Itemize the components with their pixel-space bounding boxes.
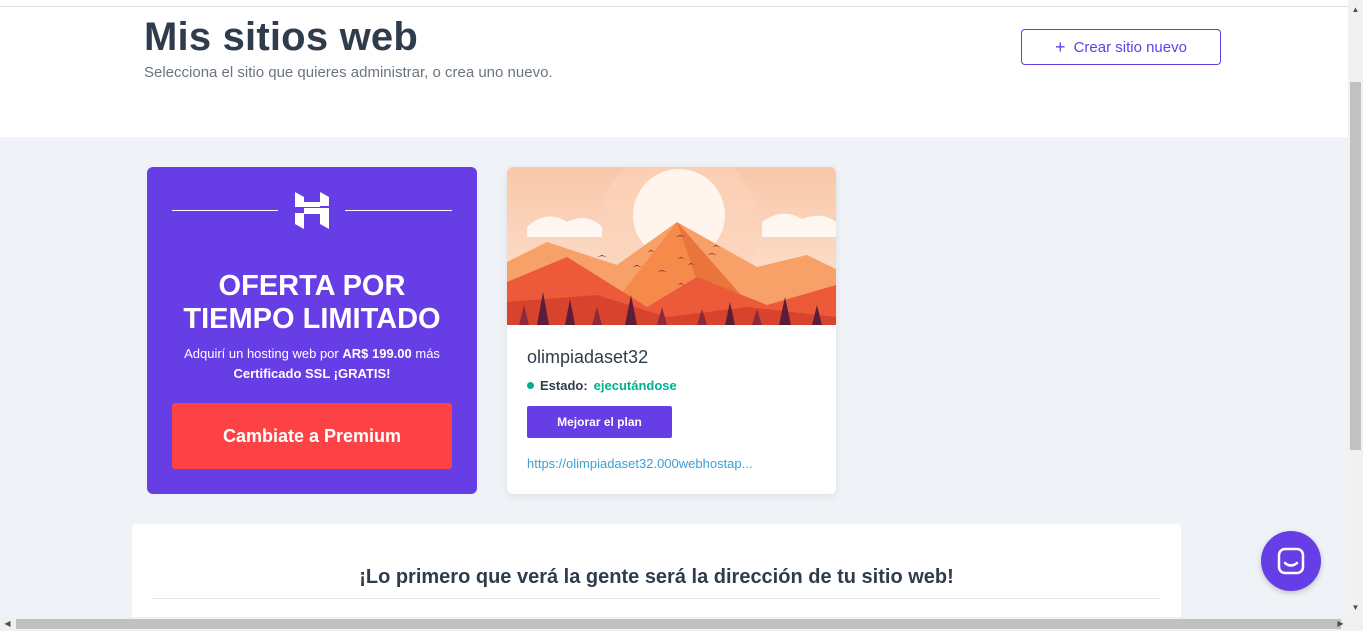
scroll-down-arrow-icon[interactable]: ▼ bbox=[1348, 600, 1363, 615]
page-subtitle: Selecciona el sitio que quieres administ… bbox=[144, 64, 553, 81]
promo-title: OFERTA POR TIEMPO LIMITADO bbox=[147, 270, 477, 336]
status-label: Estado: bbox=[540, 378, 588, 393]
promo-ssl-text: Certificado SSL ¡GRATIS! bbox=[233, 366, 391, 381]
promo-price: AR$ 199.00 bbox=[342, 346, 412, 361]
hostinger-logo-icon bbox=[295, 192, 329, 229]
promo-divider-left bbox=[172, 210, 278, 211]
vertical-scroll-thumb[interactable] bbox=[1350, 82, 1361, 450]
switch-to-premium-button[interactable]: Cambiate a Premium bbox=[172, 403, 452, 469]
scroll-left-arrow-icon[interactable]: ◀ bbox=[0, 617, 15, 631]
site-thumbnail bbox=[507, 167, 836, 325]
chat-button[interactable] bbox=[1261, 531, 1321, 591]
promo-card: OFERTA POR TIEMPO LIMITADO Adquirí un ho… bbox=[147, 167, 477, 494]
site-card[interactable]: olimpiadaset32 Estado: ejecutándose Mejo… bbox=[507, 167, 836, 494]
upgrade-plan-button[interactable]: Mejorar el plan bbox=[527, 406, 672, 438]
top-border bbox=[0, 0, 1348, 7]
promo-title-line2: TIEMPO LIMITADO bbox=[183, 303, 441, 335]
create-new-site-label: Crear sitio nuevo bbox=[1073, 38, 1187, 56]
scroll-up-arrow-icon[interactable]: ▲ bbox=[1348, 2, 1363, 17]
status-dot-icon bbox=[527, 382, 534, 389]
domain-panel-divider bbox=[152, 598, 1161, 599]
horizontal-scroll-thumb[interactable] bbox=[16, 619, 1341, 629]
chat-icon bbox=[1277, 547, 1305, 575]
site-name: olimpiadaset32 bbox=[527, 347, 649, 367]
site-status: Estado: ejecutándose bbox=[527, 378, 677, 393]
domain-panel-heading: ¡Lo primero que verá la gente será la di… bbox=[359, 566, 954, 588]
domain-panel: ¡Lo primero que verá la gente será la di… bbox=[132, 524, 1181, 624]
promo-desc-suffix: más bbox=[411, 346, 440, 361]
horizontal-scrollbar[interactable]: ◀ ▶ bbox=[0, 617, 1363, 631]
plus-icon: + bbox=[1055, 37, 1066, 57]
promo-divider-right bbox=[345, 210, 452, 211]
scroll-right-arrow-icon[interactable]: ▶ bbox=[1333, 617, 1348, 631]
page-title: Mis sitios web bbox=[144, 15, 418, 59]
promo-desc-prefix: Adquirí un hosting web por bbox=[184, 346, 343, 361]
promo-title-line1: OFERTA POR bbox=[218, 270, 406, 302]
site-url-link[interactable]: https://olimpiadaset32.000webhostap... bbox=[527, 456, 752, 471]
create-new-site-button[interactable]: + Crear sitio nuevo bbox=[1021, 29, 1221, 65]
status-value: ejecutándose bbox=[593, 378, 677, 393]
vertical-scrollbar[interactable]: ▲ ▼ bbox=[1348, 0, 1363, 617]
page-header: Mis sitios web Selecciona el sitio que q… bbox=[0, 7, 1348, 137]
promo-description: Adquirí un hosting web por AR$ 199.00 má… bbox=[147, 344, 477, 384]
